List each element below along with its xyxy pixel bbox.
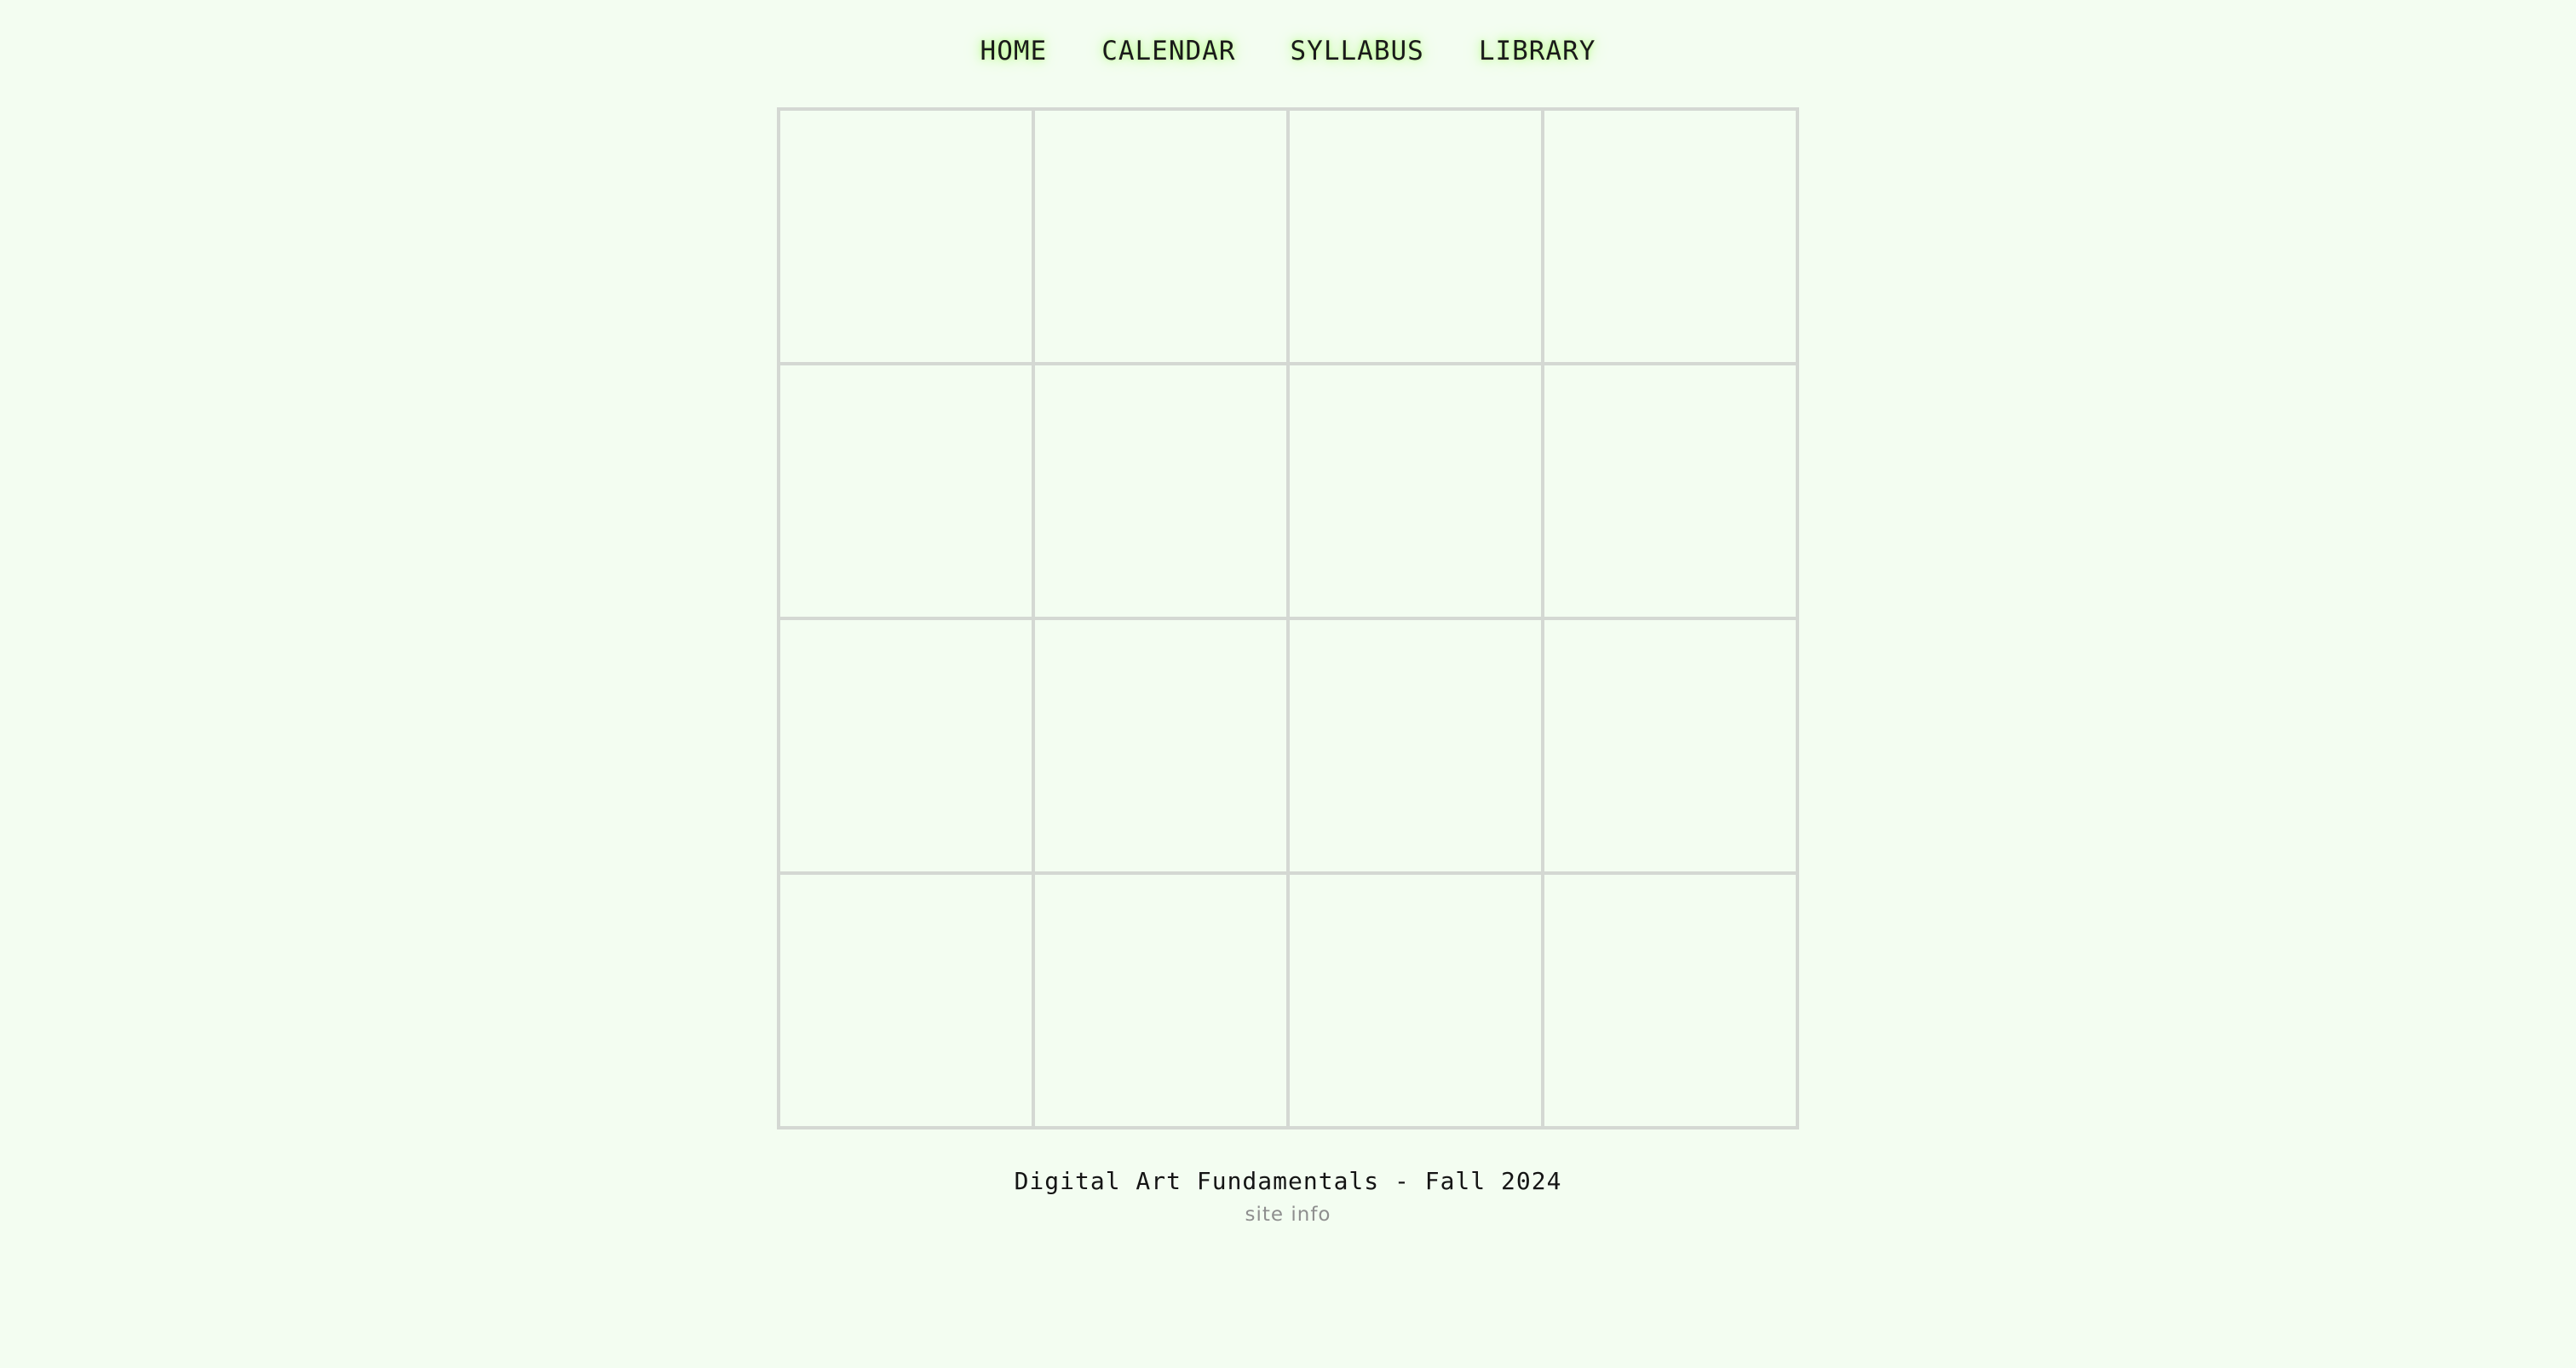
grid-cell[interactable] bbox=[1033, 364, 1288, 618]
grid-cell[interactable] bbox=[779, 364, 1033, 618]
grid-cell[interactable] bbox=[1543, 364, 1797, 618]
main-navigation: HOME CALENDAR SYLLABUS LIBRARY bbox=[0, 34, 2576, 68]
content-grid bbox=[777, 107, 1799, 1129]
grid-cell[interactable] bbox=[1288, 873, 1543, 1128]
grid-cell[interactable] bbox=[1288, 618, 1543, 873]
site-info-link[interactable]: site info bbox=[0, 1204, 2576, 1226]
grid-cell[interactable] bbox=[1288, 364, 1543, 618]
nav-syllabus-link[interactable]: SYLLABUS bbox=[1287, 34, 1428, 68]
grid-cell[interactable] bbox=[1543, 618, 1797, 873]
grid-cell[interactable] bbox=[1033, 109, 1288, 364]
grid-cell[interactable] bbox=[1543, 109, 1797, 364]
nav-home-link[interactable]: HOME bbox=[977, 34, 1051, 68]
grid-cell[interactable] bbox=[1288, 109, 1543, 364]
grid-cell[interactable] bbox=[1543, 873, 1797, 1128]
grid-cell[interactable] bbox=[779, 618, 1033, 873]
nav-library-link[interactable]: LIBRARY bbox=[1475, 34, 1600, 68]
grid-cell[interactable] bbox=[779, 109, 1033, 364]
page-footer: Digital Art Fundamentals - Fall 2024 sit… bbox=[0, 1167, 2576, 1226]
grid-cell[interactable] bbox=[1033, 618, 1288, 873]
grid-cell[interactable] bbox=[779, 873, 1033, 1128]
grid-cell[interactable] bbox=[1033, 873, 1288, 1128]
course-title: Digital Art Fundamentals - Fall 2024 bbox=[1014, 1167, 1562, 1195]
nav-calendar-link[interactable]: CALENDAR bbox=[1098, 34, 1239, 68]
